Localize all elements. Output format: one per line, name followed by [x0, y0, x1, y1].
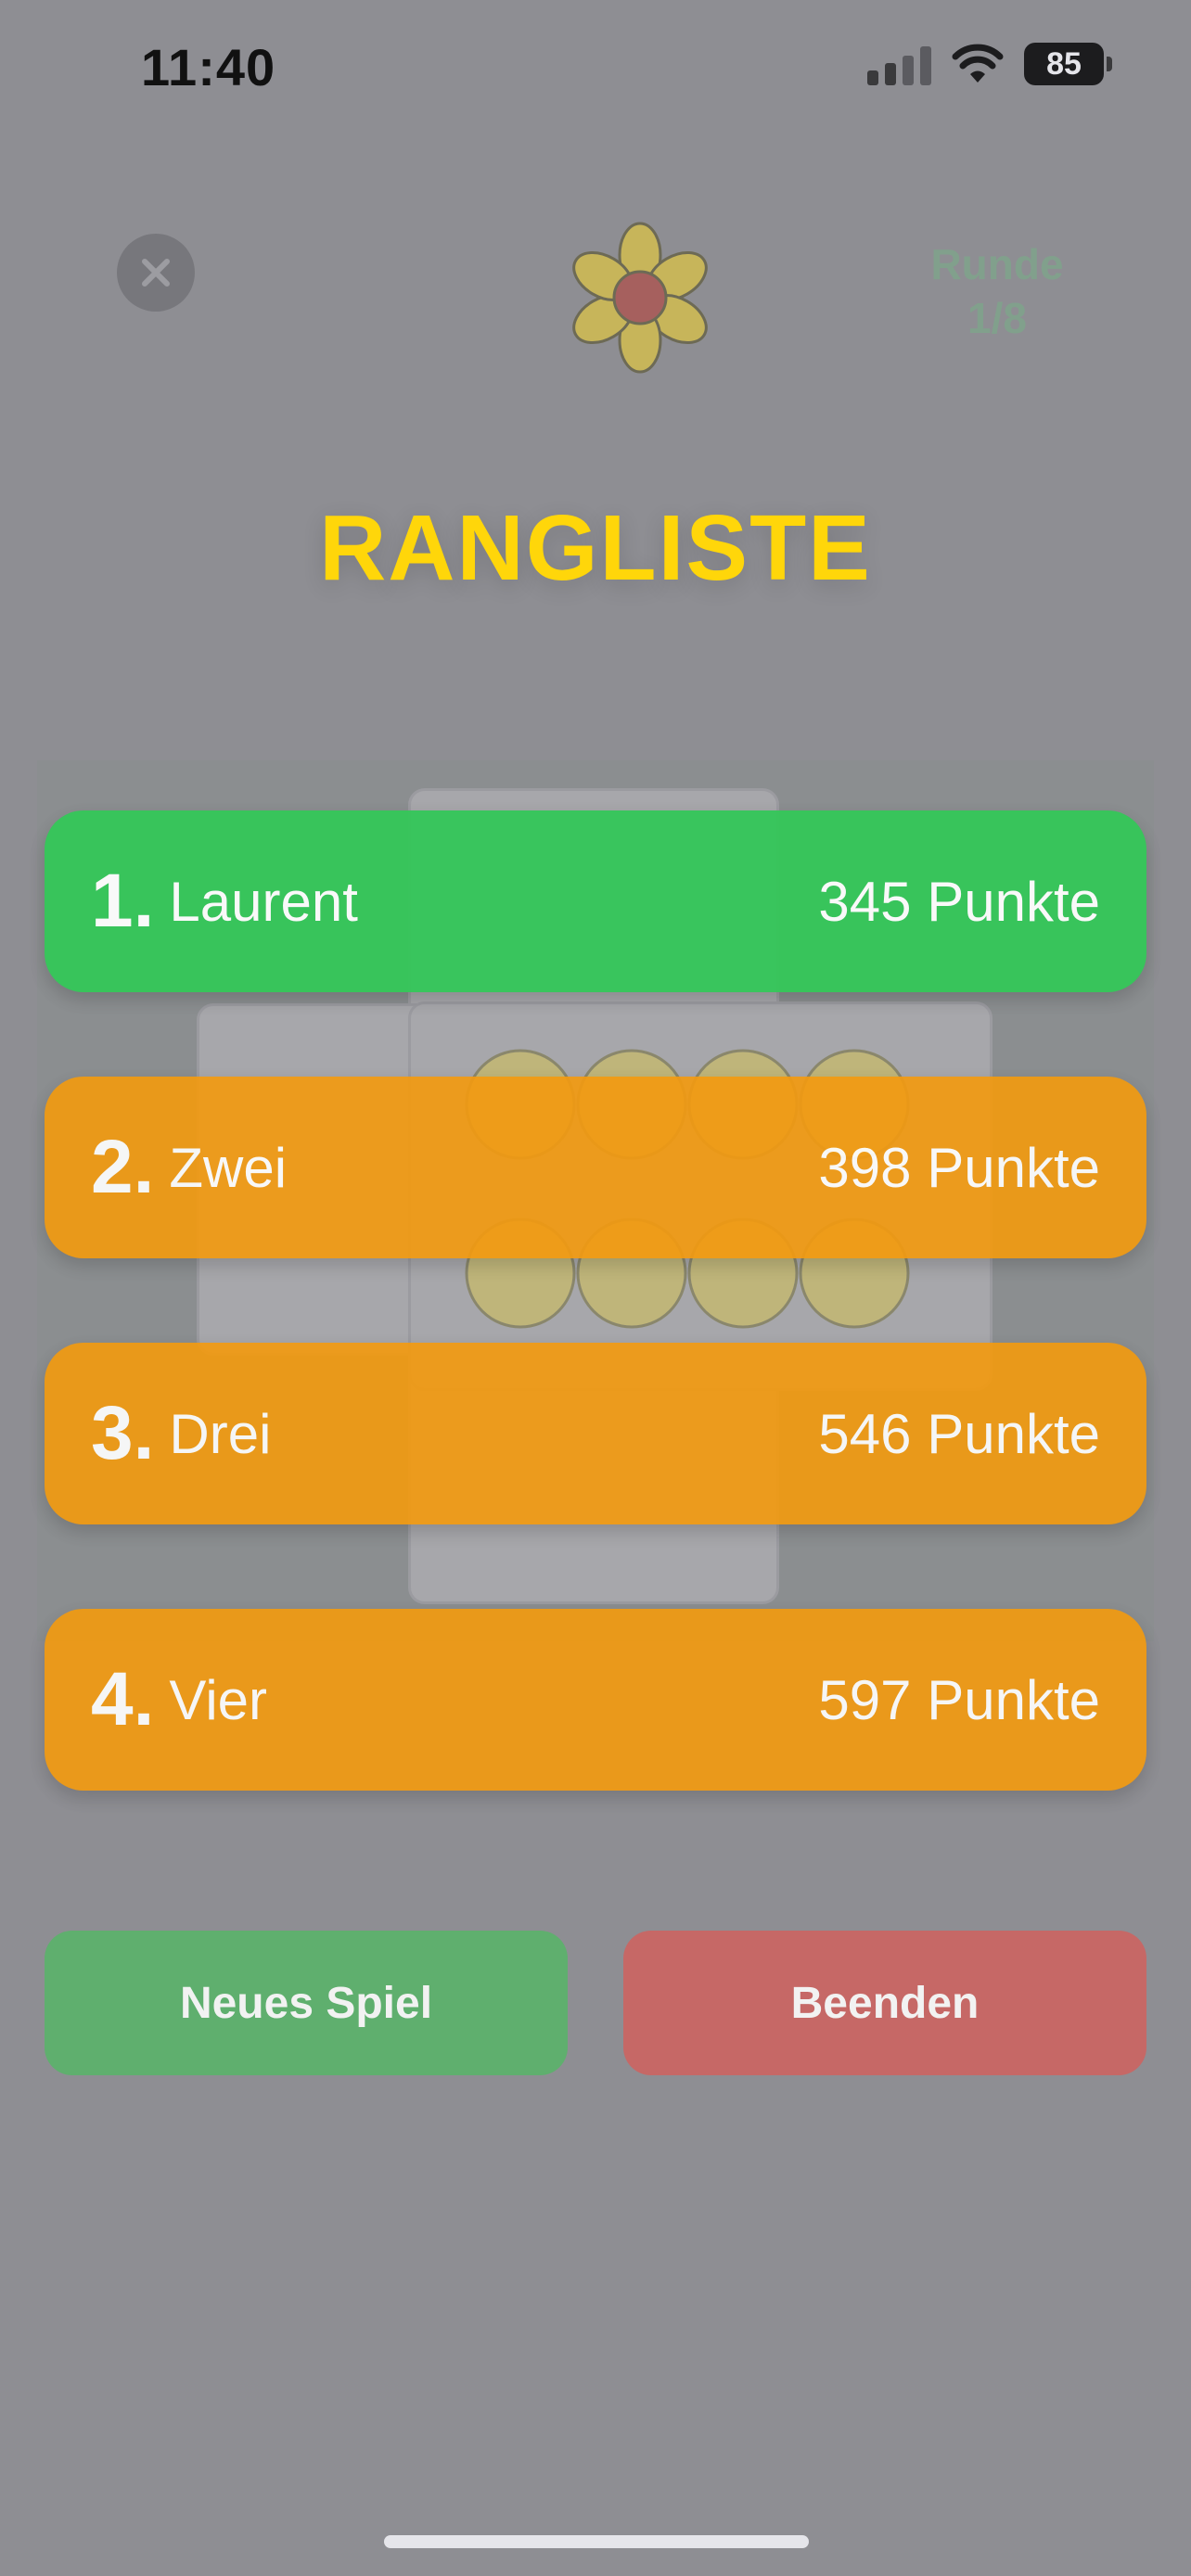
battery-level: 85: [1046, 45, 1082, 82]
flower-logo-icon: [572, 222, 708, 374]
ranking-row: 4. Vier 597 Punkte: [45, 1609, 1146, 1791]
ranking-row: 3. Drei 546 Punkte: [45, 1343, 1146, 1524]
home-indicator[interactable]: [384, 2535, 809, 2548]
round-label: Runde: [930, 240, 1064, 288]
player-name: Vier: [169, 1668, 268, 1731]
wifi-icon: [952, 44, 1004, 83]
player-points: 597 Punkte: [818, 1668, 1100, 1731]
player-points: 546 Punkte: [818, 1402, 1100, 1465]
player-points: 345 Punkte: [818, 870, 1100, 933]
player-name: Drei: [169, 1402, 272, 1465]
close-icon: [142, 259, 170, 287]
player-points: 398 Punkte: [818, 1136, 1100, 1199]
round-value: 1/8: [967, 294, 1027, 342]
player-name: Laurent: [169, 870, 358, 933]
ranking-title: RANGLISTE: [319, 496, 872, 600]
player-name: Zwei: [169, 1136, 288, 1199]
new-game-button[interactable]: Neues Spiel: [45, 1931, 568, 2075]
cellular-signal-icon: [867, 43, 931, 85]
rank-number: 3.: [91, 1391, 155, 1475]
round-indicator: Runde 1/8: [918, 237, 1076, 345]
quit-button[interactable]: Beenden: [623, 1931, 1146, 2075]
rank-number: 1.: [91, 859, 155, 943]
close-button[interactable]: [117, 234, 195, 312]
battery-icon: 85: [1024, 43, 1112, 85]
status-icons: 85: [867, 43, 1112, 85]
ranking-row: 1. Laurent 345 Punkte: [45, 810, 1146, 992]
status-time: 11:40: [141, 38, 276, 96]
ranking-row: 2. Zwei 398 Punkte: [45, 1077, 1146, 1258]
rank-number: 2.: [91, 1125, 155, 1209]
rank-number: 4.: [91, 1657, 155, 1741]
